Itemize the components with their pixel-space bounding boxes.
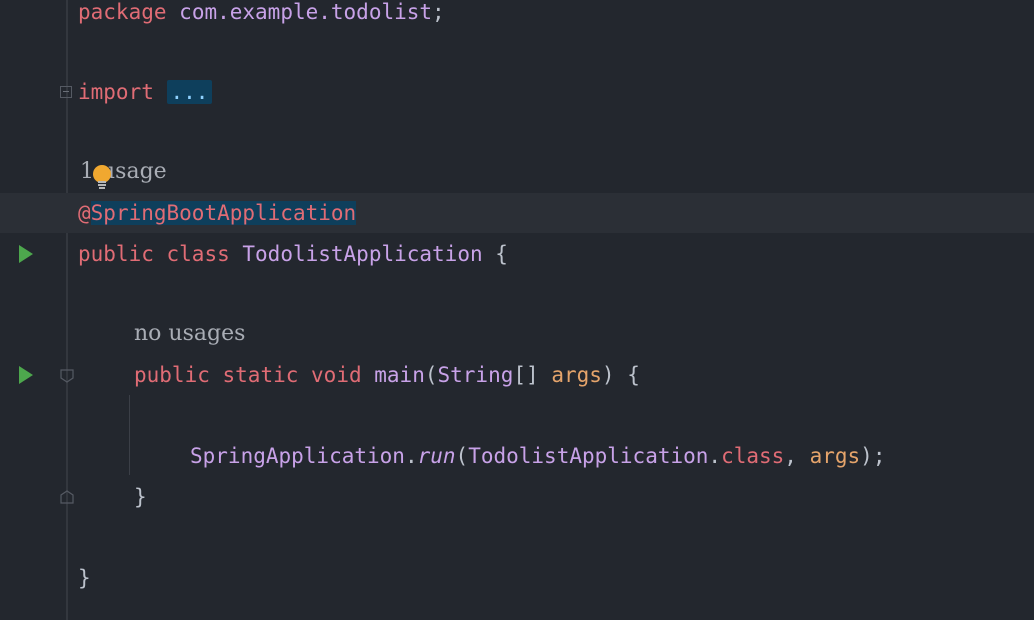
code-line-class[interactable]: public class TodolistApplication { [78, 234, 508, 274]
method-name: run [417, 444, 456, 468]
annotation-name: SpringBootApplication [90, 201, 357, 225]
indent-guide [129, 395, 130, 475]
paren: ); [860, 444, 886, 468]
run-icon[interactable] [19, 245, 33, 263]
code-line-run[interactable]: SpringApplication.run(TodolistApplicatio… [190, 436, 885, 476]
comma: , [784, 444, 797, 468]
parameter: args [551, 363, 602, 387]
lightbulb-icon[interactable] [92, 165, 112, 191]
run-icon[interactable] [19, 366, 33, 384]
usage-hint[interactable]: no usages [134, 314, 245, 354]
keyword: public [78, 242, 154, 266]
code-line-annotation[interactable]: @SpringBootApplication [78, 193, 357, 233]
code-line-import[interactable]: import ... [78, 72, 213, 112]
open-brace: { [627, 363, 640, 387]
paren: ( [424, 363, 438, 387]
code-line-main[interactable]: public static void main(String[] args) { [134, 355, 640, 395]
paren: ) [601, 363, 615, 387]
type-name: String [437, 363, 514, 387]
class-name: TodolistApplication [468, 444, 709, 468]
folded-imports[interactable]: ... [166, 80, 213, 104]
class-name: SpringApplication [190, 444, 405, 468]
keyword: package [78, 0, 167, 24]
keyword: static [222, 363, 299, 387]
close-brace[interactable]: } [134, 477, 147, 517]
keyword: class [721, 444, 785, 468]
open-brace: { [495, 242, 508, 266]
brackets: [] [513, 363, 539, 387]
method-name: main [374, 363, 425, 387]
fold-icon[interactable] [60, 86, 72, 98]
keyword: void [311, 363, 362, 387]
code-editor[interactable]: package com.example.todolist; import ...… [0, 0, 1034, 620]
dot: . [404, 444, 418, 468]
parameter: args [809, 444, 861, 468]
close-brace[interactable]: } [78, 558, 91, 598]
dot: . [708, 444, 722, 468]
annotation-at: @ [78, 201, 91, 225]
paren: ( [455, 444, 469, 468]
fold-icon[interactable] [60, 490, 74, 504]
semicolon: ; [432, 0, 445, 24]
keyword: public [134, 363, 210, 387]
class-name: TodolistApplication [242, 242, 483, 266]
code-line-package[interactable]: package com.example.todolist; [78, 0, 445, 32]
keyword: class [166, 242, 230, 266]
fold-icon[interactable] [60, 369, 74, 383]
keyword: import [78, 80, 154, 104]
package-name: com.example.todolist [179, 0, 433, 24]
